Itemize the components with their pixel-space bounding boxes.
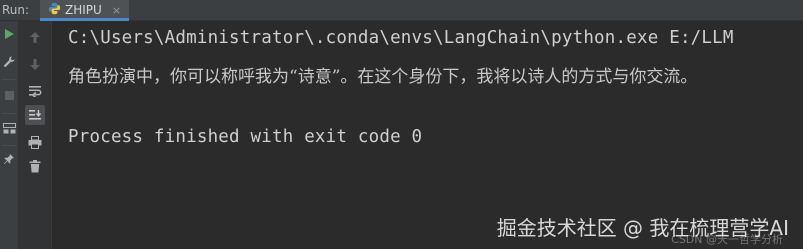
run-label: Run: bbox=[2, 3, 30, 17]
divider bbox=[2, 145, 16, 146]
wrench-icon[interactable] bbox=[1, 53, 17, 69]
left-toolbar bbox=[0, 21, 19, 249]
command-line: C:\Users\Administrator\.conda\envs\LangC… bbox=[68, 28, 734, 48]
tab-label: ZHIPU bbox=[65, 3, 102, 17]
run-window: Run: ZHIPU × C:\Users\Administrator\.con… bbox=[0, 0, 803, 249]
soft-wrap-icon[interactable] bbox=[27, 83, 43, 99]
watermark-sub: CSDN @天一哲学分析 bbox=[671, 233, 783, 246]
exit-line: Process finished with exit code 0 bbox=[68, 127, 423, 147]
print-icon[interactable] bbox=[27, 134, 43, 150]
scroll-to-end-icon[interactable] bbox=[25, 105, 45, 125]
output-line: 角色扮演中，你可以称呼我为“诗意”。在这个身份下，我将以诗人的方式与你交流。 bbox=[68, 67, 698, 87]
python-icon bbox=[48, 2, 61, 18]
trash-icon[interactable] bbox=[27, 158, 43, 174]
divider bbox=[2, 113, 16, 114]
run-tab-bar: Run: ZHIPU × bbox=[0, 0, 803, 21]
down-arrow-icon[interactable] bbox=[27, 56, 43, 72]
layout-icon[interactable] bbox=[1, 120, 17, 136]
run-icon[interactable] bbox=[1, 26, 17, 42]
console-toolbar bbox=[19, 21, 52, 249]
pin-icon[interactable] bbox=[1, 151, 17, 167]
divider bbox=[2, 79, 16, 80]
up-arrow-icon[interactable] bbox=[27, 29, 43, 45]
console-output[interactable]: C:\Users\Administrator\.conda\envs\LangC… bbox=[52, 21, 803, 249]
stop-icon[interactable] bbox=[1, 87, 17, 103]
close-icon[interactable]: × bbox=[112, 4, 121, 17]
tab-zhipu[interactable]: ZHIPU × bbox=[40, 0, 130, 21]
